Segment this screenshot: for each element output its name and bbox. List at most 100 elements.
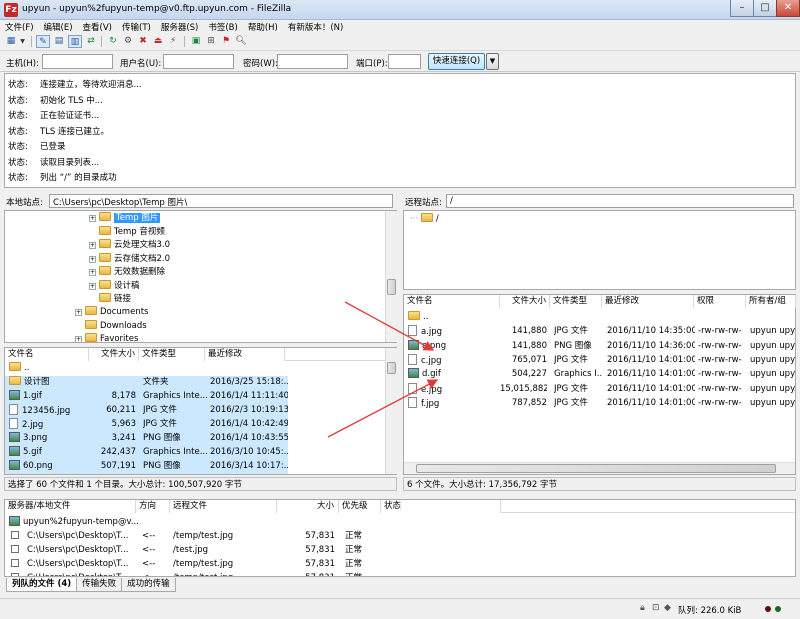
remote-file-row[interactable]: f.jpg 787,852 JPG 文件 2016/11/10 14:01:00 -rw… (404, 396, 795, 411)
local-column-header[interactable]: 最近修改 (205, 348, 285, 361)
remote-file-row[interactable]: c.jpg 765,071 JPG 文件 2016/11/10 14:01:00 -rw… (404, 353, 795, 368)
local-directory-tree[interactable]: + Temp 图片 Temp 音视频 + 云处理文档3.0 + 云存储文档2.0 + 无效数据删… (4, 210, 397, 346)
local-path-input[interactable]: C:\Users\pc\Desktop\Temp 图片\ (49, 194, 393, 208)
local-file-row[interactable]: 2.jpg 5,963 JPG 文件 2016/1/4 10:42:49 (5, 418, 288, 432)
remote-column-header[interactable]: 权限 (694, 295, 746, 308)
queue-row[interactable]: C:\Users\pc\Desktop\T... <-- /temp/test.jp… (5, 530, 795, 544)
local-column-header[interactable]: 文件名 (5, 348, 89, 361)
remote-tree-root[interactable]: ··· / (410, 213, 439, 226)
port-input[interactable] (388, 54, 421, 69)
queue-row[interactable]: C:\Users\pc\Desktop\T... <-- /test.jpg 57,8… (5, 544, 795, 558)
queue-column-header[interactable]: 大小 (277, 500, 339, 513)
remote-files-hscrollbar[interactable] (404, 462, 795, 474)
close-button[interactable]: ✕ (776, 0, 800, 17)
local-tree-item[interactable]: Temp 音视频 (89, 225, 165, 239)
filter-icon[interactable]: ▣ (189, 35, 203, 48)
checkbox-icon[interactable] (11, 559, 19, 567)
username-input[interactable] (163, 54, 234, 69)
host-input[interactable] (42, 54, 113, 69)
toggle-local-tree-icon[interactable]: ▤ (52, 35, 66, 48)
local-tree-item[interactable]: + Documents (75, 306, 148, 319)
toggle-queue-icon[interactable]: ⇄ (84, 35, 98, 48)
local-tree-item[interactable]: + 无效数据删除 (89, 266, 165, 279)
refresh-icon[interactable]: ↻ (106, 35, 120, 48)
cancel-icon[interactable]: ✖ (136, 35, 150, 48)
disconnect-icon[interactable]: ⏏ (151, 35, 165, 48)
local-file-row[interactable]: .. (5, 362, 288, 376)
quickconnect-button[interactable]: 快速连接(Q) (428, 53, 485, 70)
local-tree-item[interactable]: + 设计稿 (89, 279, 140, 293)
message-log[interactable]: 状态: 连接建立，等待欢迎消息... 状态: 初始化 TLS 中... 状态: 正在验证证… (4, 73, 796, 188)
menu-item-4[interactable]: 服务器(S) (156, 20, 204, 33)
expand-icon[interactable]: + (75, 336, 82, 343)
site-manager-icon[interactable]: ▦ (4, 35, 18, 48)
site-manager-dropdown-icon[interactable]: ▼ (18, 35, 27, 48)
queue-column-header[interactable]: 方向 (136, 500, 170, 513)
expand-icon[interactable]: + (89, 282, 96, 290)
queue-server-row[interactable]: upyun%2fupyun-temp@v... (9, 516, 139, 529)
search-icon[interactable]: 🔍︎ (234, 35, 248, 48)
reconnect-icon[interactable]: ⚡ (166, 35, 180, 48)
local-tree-item[interactable]: + 云存储文档2.0 (89, 252, 170, 266)
expand-icon[interactable] (89, 227, 96, 234)
remote-column-header[interactable]: 文件名 (404, 295, 500, 308)
local-file-row[interactable]: 1.gif 8,178 Graphics Inte... 2016/1/4 11:11… (5, 390, 288, 404)
compare-icon[interactable]: ⊞ (204, 35, 218, 48)
checkbox-icon[interactable] (11, 573, 19, 576)
quickconnect-dropdown-icon[interactable]: ▼ (486, 53, 499, 70)
queue-column-header[interactable]: 状态 (381, 500, 501, 513)
expand-icon[interactable] (89, 294, 96, 301)
queue-column-header[interactable]: 优先级 (339, 500, 381, 513)
menu-item-1[interactable]: 编辑(E) (39, 20, 78, 33)
maximize-button[interactable]: □ (753, 0, 777, 17)
local-tree-item[interactable]: + Temp 图片 (89, 212, 161, 225)
queue-column-header[interactable]: 远程文件 (170, 500, 277, 513)
remote-column-header[interactable]: 最近修改 (602, 295, 694, 308)
remote-file-row[interactable]: e.jpg 15,015,882 JPG 文件 2016/11/10 14:01:00… (404, 382, 795, 397)
queue-row[interactable]: C:\Users\pc\Desktop\T... <-- /temp/test.jp… (5, 572, 795, 576)
password-input[interactable] (277, 54, 348, 69)
menu-item-5[interactable]: 书签(B) (203, 20, 242, 33)
expand-icon[interactable]: + (89, 269, 96, 276)
queue-tab-2[interactable]: 成功的传输 (121, 578, 176, 592)
local-tree-item[interactable]: + Favorites (75, 333, 138, 346)
minimize-button[interactable]: – (730, 0, 754, 17)
local-tree-item[interactable]: + 云处理文档3.0 (89, 239, 170, 252)
sync-browse-icon[interactable]: ⚑ (219, 35, 233, 48)
local-file-row[interactable]: 123456.jpg 60,211 JPG 文件 2016/2/3 10:19:13 (5, 404, 288, 418)
menu-item-2[interactable]: 查看(V) (78, 20, 117, 33)
queue-tab-1[interactable]: 传输失败 (76, 578, 123, 592)
menu-item-0[interactable]: 文件(F) (0, 20, 39, 33)
remote-file-list[interactable]: 文件名 文件大小 文件类型 最近修改 权限 所有者/组 .. a.jpg 141,880 JPG… (403, 294, 796, 475)
local-file-row[interactable]: 5.gif 242,437 Graphics Inte... 2016/3/10 10… (5, 446, 288, 460)
transfer-queue[interactable]: 服务器/本地文件 方向 远程文件 大小 优先级 状态 upyun%2fupyun-temp… (4, 499, 796, 577)
local-tree-scrollbar[interactable] (385, 211, 397, 342)
local-file-list[interactable]: 文件名 文件大小 文件类型 最近修改 .. 设计图 文件夹 2016/3/25 15:18:… (4, 347, 397, 475)
queue-column-header[interactable]: 服务器/本地文件 (5, 500, 136, 513)
local-file-row[interactable]: 60.png 507,191 PNG 图像 2016/3/14 10:17:... (5, 460, 288, 474)
menu-item-7[interactable]: 有新版本！(N) (283, 20, 349, 33)
local-files-scrollbar[interactable] (385, 348, 397, 474)
remote-column-header[interactable]: 文件类型 (550, 295, 602, 308)
menu-item-6[interactable]: 帮助(H) (243, 20, 283, 33)
remote-column-header[interactable]: 文件大小 (500, 295, 550, 308)
local-tree-item[interactable]: 链接 (89, 293, 131, 306)
expand-icon[interactable]: + (75, 309, 82, 316)
remote-file-row[interactable]: .. (404, 311, 795, 325)
checkbox-icon[interactable] (11, 531, 19, 539)
expand-icon[interactable]: + (89, 255, 96, 263)
local-column-header[interactable]: 文件类型 (139, 348, 205, 361)
remote-directory-tree[interactable]: ··· / (403, 210, 796, 290)
remote-file-row[interactable]: a.jpg 141,880 JPG 文件 2016/11/10 14:35:00 -rw… (404, 325, 795, 339)
expand-icon[interactable]: + (89, 215, 96, 222)
local-file-row[interactable]: 设计图 文件夹 2016/3/25 15:18:... (5, 376, 288, 390)
queue-tab-0[interactable]: 列队的文件 (4) (6, 578, 78, 592)
remote-path-input[interactable]: / (446, 194, 794, 208)
local-file-row[interactable]: 3.png 3,241 PNG 图像 2016/1/4 10:43:55 (5, 432, 288, 446)
remote-file-row[interactable]: a.png 141,880 PNG 图像 2016/11/10 14:36:00 -rw… (404, 339, 795, 354)
remote-column-header[interactable]: 所有者/组 (746, 295, 796, 308)
process-queue-icon[interactable]: ⚙ (121, 35, 135, 48)
checkbox-icon[interactable] (11, 545, 19, 553)
local-column-header[interactable]: 文件大小 (89, 348, 139, 361)
menu-item-3[interactable]: 传输(T) (117, 20, 156, 33)
